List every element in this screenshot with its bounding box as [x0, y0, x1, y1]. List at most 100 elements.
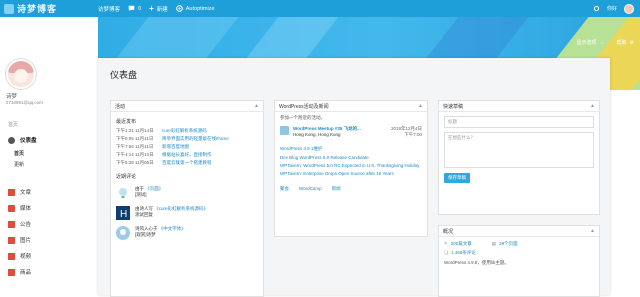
glance-comments[interactable]: ❏ 1,468条评论: [444, 250, 594, 256]
activity-panel: 活动 ▲ 最近发布 下午1:31 11月14日 cure彩虹解析系统源码 下午9…: [110, 100, 264, 297]
comment-author: 诗风入心于: [135, 226, 158, 231]
admin-bar-new[interactable]: + 新建: [149, 4, 168, 13]
sidebar-item-label: 视频: [20, 254, 32, 260]
wp-version: WordPress 4.9.8，使用lib主题。: [444, 260, 509, 265]
meetups-link[interactable]: 聚会: [280, 186, 289, 192]
media-icon: [8, 204, 15, 212]
event-link[interactable]: WordPress Meetup #35 飞龙的...: [293, 126, 361, 131]
site-logo[interactable]: 诗梦博客: [0, 2, 90, 15]
sidebar-item-notice[interactable]: 公告: [0, 216, 98, 232]
draft-content-input[interactable]: 在想些什么？: [444, 132, 594, 168]
comment-icon: ❏: [444, 250, 449, 255]
list-item: 下午4:14 11月10日 根据站长喜好，直接制作: [116, 151, 258, 159]
news-link[interactable]: WordPress 4.9.1维护: [280, 146, 422, 152]
news-footer-link[interactable]: 新闻: [332, 186, 341, 192]
panel-title: 活动: [115, 103, 126, 110]
help-button[interactable]: 帮助 ⚙: [616, 39, 635, 47]
sidebar-item-label: 媒体: [20, 206, 32, 212]
panel-title: WordPress活动及新闻: [279, 103, 329, 110]
comment-post-link[interactable]: 《中文字体》: [159, 226, 186, 231]
comment-item: 诗风入心于 《中文字体》 [观赏]诗梦: [116, 226, 258, 240]
profile-email: 2710991@qq.com: [6, 100, 43, 105]
lightbulb-icon: [119, 188, 127, 198]
admin-bar-autoptimize[interactable]: Autoptimize: [175, 5, 215, 12]
comment-post-link[interactable]: 《页面》: [145, 186, 163, 191]
sidebar-item-products[interactable]: 商品: [0, 264, 98, 280]
post-link[interactable]: 新增百度地图: [162, 144, 189, 150]
comment-item: 由于 《页面》 [测试]: [116, 186, 258, 200]
screen-options-icon: ⇔: [599, 39, 605, 46]
admin-bar-comments[interactable]: 0: [128, 5, 141, 12]
sidebar-menu: 首页 仪表盘 首页 更新 文章 媒体 公告 图片 视频 商品: [0, 117, 98, 280]
news-link[interactable]: WPTavern: Enterprise Drops Open Source a…: [280, 171, 422, 176]
avatar-icon: [116, 226, 130, 240]
post-time: 下午1:31 11月14日: [116, 128, 154, 133]
news-list: WordPress 4.9.1维护 Dev Blog WordPress 5.0…: [280, 146, 422, 176]
help-icon: ⚙: [629, 39, 634, 46]
post-time: 下午4:14 11月10日: [116, 152, 154, 157]
screen-options-button[interactable]: 显示选项 ⇔: [576, 39, 605, 47]
profile-avatar[interactable]: [6, 59, 36, 89]
gear-icon[interactable]: [593, 5, 600, 12]
cart-icon: [8, 268, 15, 276]
sidebar-item-posts[interactable]: 文章: [0, 184, 98, 200]
events-news-panel: WordPress活动及新闻 ▲ 参加一个附近的活动。 WordPress Me…: [274, 100, 428, 237]
screen-options-label: 显示选项: [576, 40, 597, 46]
list-item: 下午1:31 11月14日 cure彩虹解析系统源码: [116, 127, 258, 135]
glance-comments-label: 1,468条评论: [451, 250, 476, 255]
section-label: 最近发布: [116, 119, 137, 125]
sidebar: 诗梦 2710991@qq.com 首页 仪表盘 首页 更新 文章 媒体 公告 …: [0, 17, 98, 295]
event-time: 下午7:00: [404, 132, 422, 137]
save-draft-button[interactable]: 保存草稿: [444, 173, 470, 183]
sidebar-item-images[interactable]: 图片: [0, 232, 98, 248]
sidebar-item-media[interactable]: 媒体: [0, 200, 98, 216]
sidebar-subitem-home[interactable]: 首页: [0, 148, 98, 159]
new-label: 新建: [156, 6, 168, 13]
comment-item: H 由诗人写 《cure彩虹解析系统源码》 测试回复: [116, 206, 258, 220]
sidebar-item-label: 图片: [20, 238, 32, 244]
events-intro: 参加一个附近的活动。: [280, 115, 325, 120]
post-link[interactable]: 根据站长喜好，直接制作: [162, 152, 212, 158]
plus-icon: +: [149, 4, 154, 13]
list-item: 下午9:05 11月11日 简单界面实用的轻量级在线Iframe: [116, 135, 258, 143]
glance-posts[interactable]: ✎ 200篇文章: [444, 241, 472, 247]
comments-count: 0: [138, 5, 142, 12]
sidebar-item-label: 商品: [20, 270, 32, 276]
at-a-glance-panel: 概况 ▲ ✎ 200篇文章 ▤ 28个页面 ❏ 1,468条评论 WordPre…: [438, 225, 600, 297]
collapse-icon[interactable]: ▲: [254, 103, 259, 109]
sidebar-item-label: 文章: [20, 190, 32, 196]
draft-title-input[interactable]: 标题: [444, 116, 594, 128]
autoptimize-icon: [175, 5, 183, 12]
sidebar-item-dashboard[interactable]: 仪表盘: [0, 132, 98, 148]
comment-icon: [128, 5, 135, 12]
comment-post-link[interactable]: 《cure彩虹解析系统源码》: [154, 206, 208, 211]
sidebar-item-video[interactable]: 视频: [0, 248, 98, 264]
panel-title: 概况: [443, 228, 454, 235]
post-link[interactable]: 百度云联第一个搭建教程: [162, 160, 212, 166]
collapse-icon[interactable]: ▲: [590, 103, 595, 109]
wordcamp-link[interactable]: WordCamp: [299, 186, 322, 192]
quick-draft-panel: 快速草稿 ▲ 标题 在想些什么？ 保存草稿: [438, 100, 600, 215]
post-link[interactable]: 简单界面实用的轻量级在线Iframe: [162, 136, 229, 142]
megaphone-icon: [8, 220, 15, 228]
event-item: WordPress Meetup #35 飞龙的... Hong Kong, H…: [280, 126, 422, 138]
list-item: 下午5:38 11月05日 百度云联第一个搭建教程: [116, 159, 258, 167]
collapse-icon[interactable]: ▲: [590, 228, 595, 234]
news-link[interactable]: WPTavern: WordPress 5.0 RC Expected in U…: [280, 163, 422, 168]
sidebar-item-label: 仪表盘: [20, 138, 37, 144]
glance-pages[interactable]: ▤ 28个页面: [492, 241, 518, 247]
help-label: 帮助: [616, 40, 627, 46]
comment-author: 由于: [135, 186, 144, 191]
post-time: 下午7:56 11月11日: [116, 144, 154, 149]
user-avatar[interactable]: [624, 3, 634, 14]
greeting-label[interactable]: 你好: [607, 5, 617, 12]
sidebar-subitem-updates[interactable]: 更新: [0, 159, 98, 170]
menu-group-label: 首页: [8, 122, 19, 128]
news-link[interactable]: Dev Blog WordPress 5.0 Release Candidate: [280, 155, 422, 160]
post-link[interactable]: cure彩虹解析系统源码: [162, 128, 207, 134]
collapse-icon[interactable]: ▲: [418, 103, 423, 109]
comment-text: 测试回复: [135, 212, 153, 217]
svg-text:H: H: [120, 209, 127, 220]
admin-bar: 诗梦博客 访梦博客 0 + 新建 Autoptimize 你好: [0, 0, 640, 17]
admin-bar-home[interactable]: 访梦博客: [98, 5, 120, 13]
